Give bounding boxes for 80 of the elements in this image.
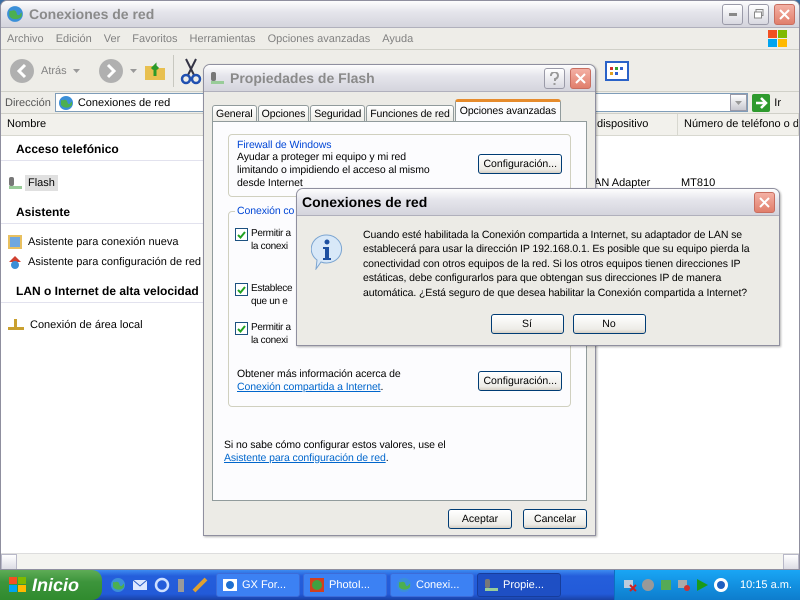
globe-icon (6, 5, 24, 23)
tab[interactable]: Opciones (258, 105, 310, 121)
clock: 10:15 a.m. (740, 579, 792, 591)
footer-text: Si no sabe cómo configurar estos valores, use el Asistente para configuración de red. (224, 439, 447, 465)
wizard-link[interactable]: Asistente para configuración de red (224, 452, 386, 464)
phone-icon (483, 577, 499, 593)
close-button[interactable] (754, 192, 775, 212)
start-button[interactable]: Inicio (0, 570, 102, 600)
go-label[interactable]: Ir (774, 96, 781, 108)
image-icon (309, 577, 325, 593)
dialog-button[interactable]: Aceptar (448, 509, 512, 529)
network-icon[interactable] (677, 578, 691, 592)
globe-icon (110, 577, 126, 593)
checkbox[interactable] (235, 228, 248, 241)
browser-icon (222, 577, 238, 593)
connection-item[interactable]: Asistente para configuración de red (25, 254, 204, 270)
network-icon[interactable] (623, 578, 637, 592)
group-title: Firewall de Windows (235, 139, 334, 151)
connection-item[interactable]: Conexión de área local (27, 317, 146, 333)
minimize-button[interactable] (722, 4, 743, 24)
connection-item[interactable]: Asistente para conexión nueva (25, 234, 182, 250)
table-cell-text: MT810 (680, 177, 716, 189)
help-icon (550, 72, 559, 84)
dialog-title: Propiedades de Flash (230, 70, 376, 86)
task-button[interactable]: Propie... (477, 573, 561, 597)
globe-icon (58, 94, 74, 110)
go-icon[interactable] (752, 94, 770, 112)
house-icon (7, 254, 23, 270)
mail-icon[interactable] (132, 577, 148, 593)
close-icon (779, 8, 790, 20)
checkbox-label: Permitir a la conexi (251, 321, 291, 347)
settings-button[interactable]: Configuración... (478, 154, 562, 174)
caret-icon[interactable] (130, 68, 137, 72)
close-button[interactable] (570, 68, 591, 88)
info-text: Obtener más información acerca de Conexión compartida a Internet. (237, 368, 401, 394)
sharing-link[interactable]: Conexión compartida a Internet (237, 381, 381, 393)
message-text: Cuando esté habilitada la Conexión compartida a Internet, su adaptador de LAN se establecerá para usar la dirección IP 192.168.0.1. Es posible que su equipo pierda la conectividad con otros equipos de la red. Si los otros equipos tienen direcciones IP estáticas, debe configurarlos para que obtengan sus direcciones IP de manera automática. ¿Está seguro de que desea habilitar la Conexión compartida a Internet? (363, 228, 751, 300)
dialog-button[interactable]: No (572, 314, 646, 334)
checkbox[interactable] (235, 283, 248, 296)
task-button[interactable]: Conexi... (390, 573, 474, 597)
restore-button[interactable] (748, 4, 769, 24)
phone-icon (7, 175, 23, 191)
address-label: Dirección (5, 96, 51, 108)
dialog-button[interactable]: Sí (490, 314, 564, 334)
tab[interactable]: Seguridad (310, 105, 366, 121)
dialog-button[interactable]: Cancelar (523, 509, 587, 529)
flag-icon (8, 576, 28, 594)
close-icon (759, 196, 770, 208)
info-icon (311, 234, 343, 270)
scissors-icon[interactable] (180, 56, 202, 84)
task-button[interactable]: GX For... (216, 573, 300, 597)
checkbox[interactable] (235, 322, 248, 335)
scroll-right-button[interactable] (783, 554, 799, 569)
views-icon[interactable] (605, 60, 631, 82)
phone-icon (209, 70, 225, 86)
checkbox-label: Permitir a la conexi (251, 227, 291, 253)
tab[interactable]: General (212, 105, 257, 121)
close-button[interactable] (774, 4, 795, 24)
back-icon[interactable] (9, 58, 35, 84)
window-title: Conexiones de red (29, 6, 156, 22)
dropdown-button[interactable] (730, 94, 748, 111)
scroll-left-button[interactable] (1, 554, 17, 569)
caret-icon[interactable] (72, 68, 80, 72)
settings-button[interactable]: Configuración... (478, 371, 562, 391)
folder-icon[interactable] (142, 60, 167, 82)
wizard-icon (7, 234, 23, 250)
globe-icon (396, 577, 412, 593)
restore-icon (754, 9, 764, 19)
close-icon (575, 72, 586, 84)
help-button[interactable] (544, 68, 565, 88)
task-button[interactable]: PhotoI... (303, 573, 387, 597)
circle-icon[interactable] (713, 577, 729, 593)
forward-icon[interactable] (98, 58, 124, 84)
network-icon (7, 317, 25, 333)
column-header[interactable]: Número de teléfono o d (678, 114, 799, 135)
connection-item[interactable]: Flash (25, 175, 58, 191)
minimize-icon (728, 12, 736, 16)
tab[interactable]: Opciones avanzadas (454, 99, 562, 121)
tab[interactable]: Funciones de red (366, 105, 454, 121)
caret-icon[interactable] (735, 100, 742, 104)
